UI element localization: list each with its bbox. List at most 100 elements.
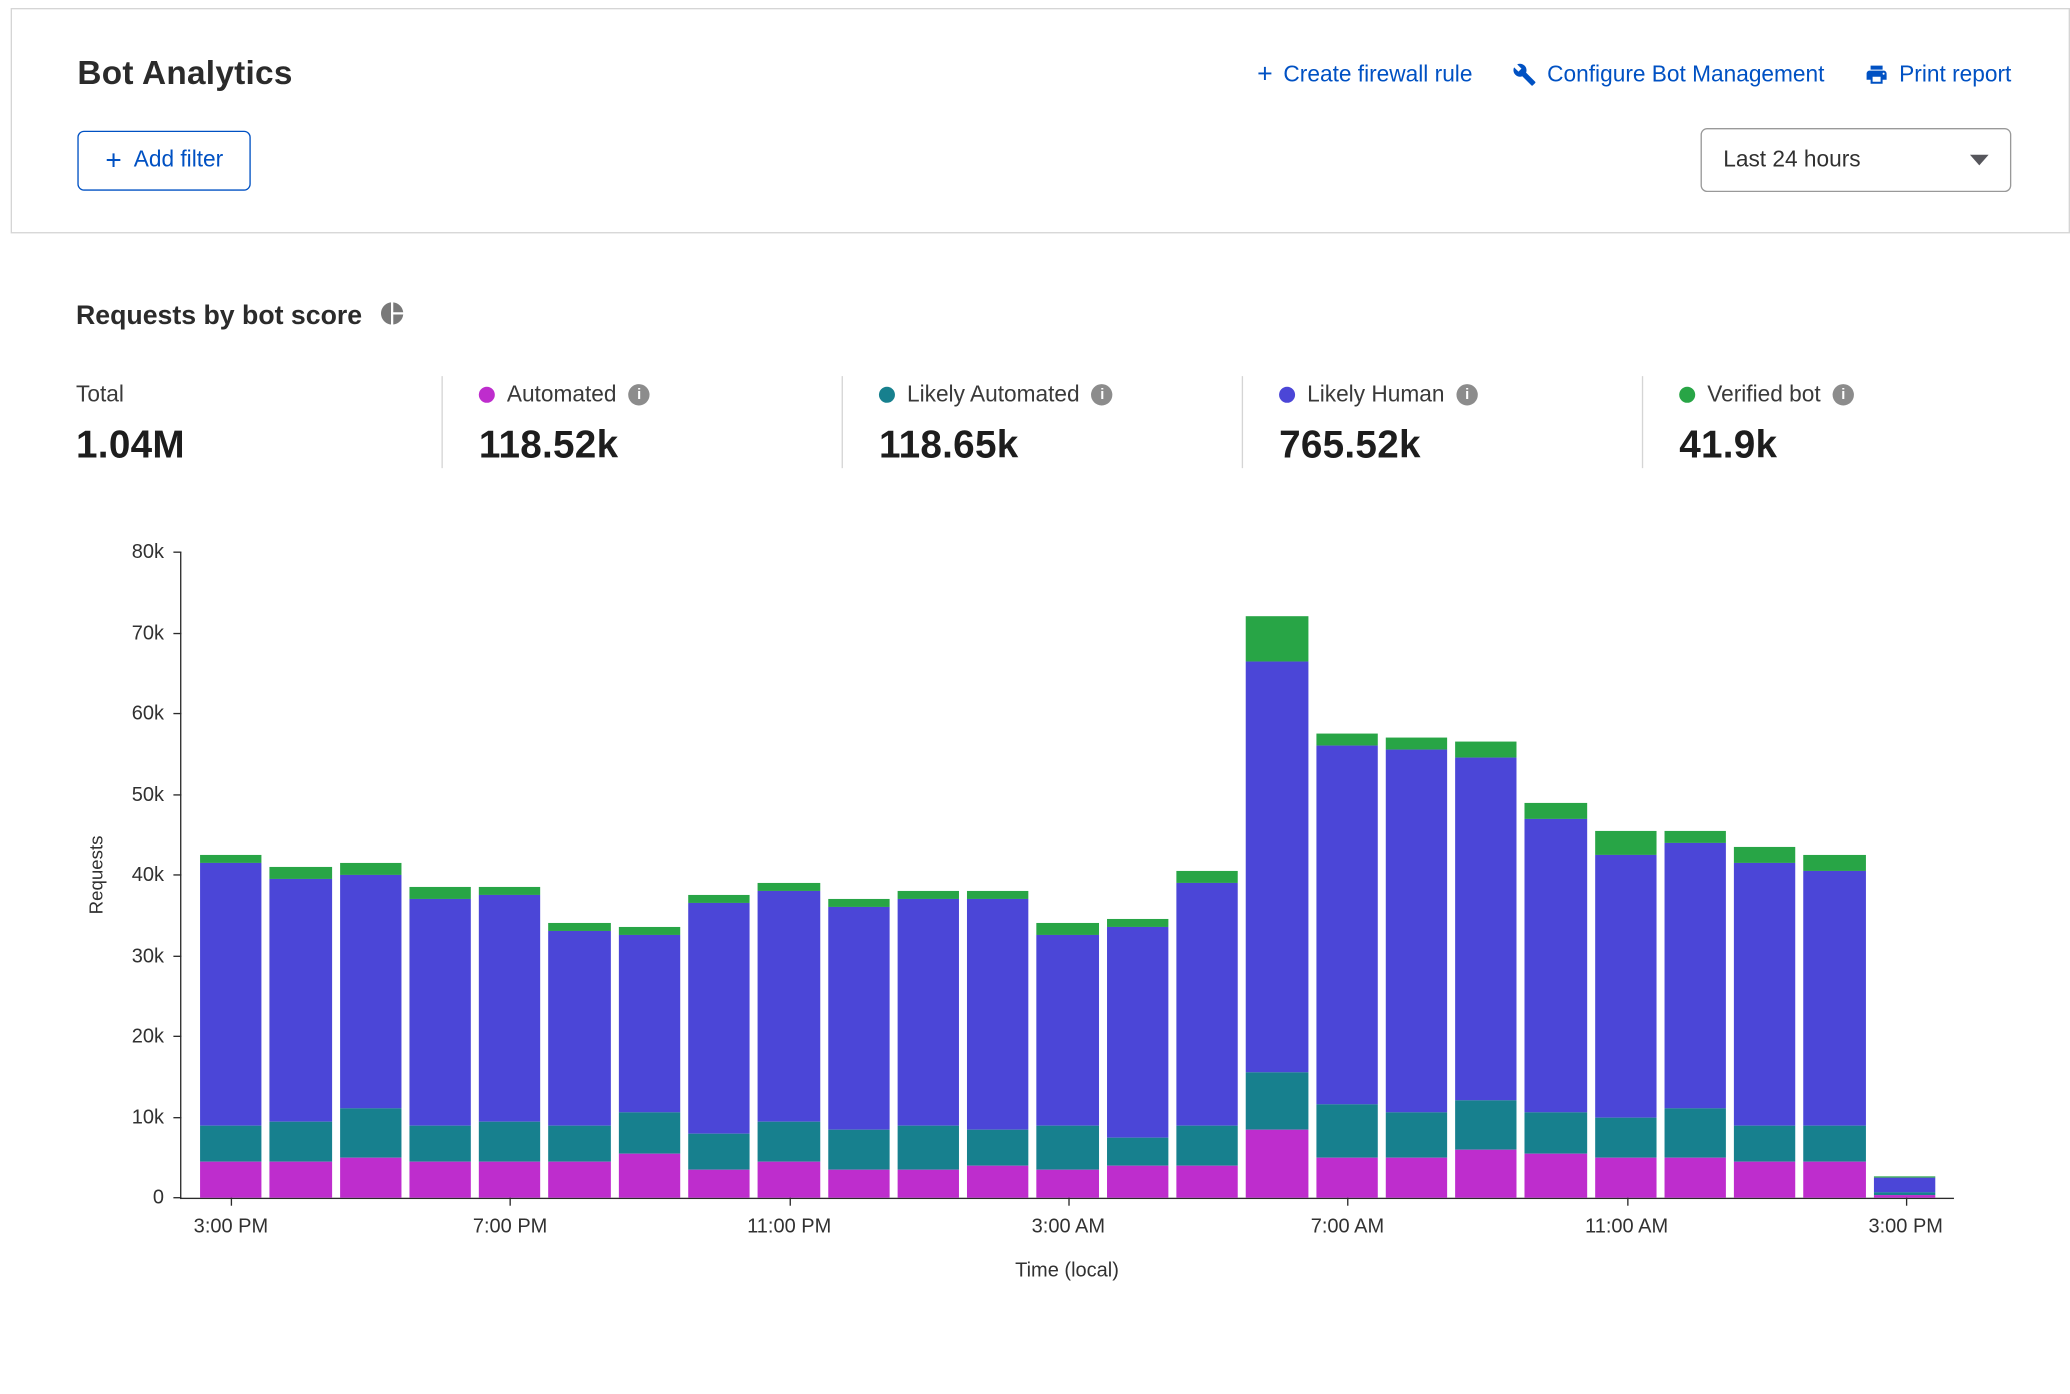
bar-segment[interactable] bbox=[270, 1121, 332, 1161]
bar-800am[interactable] bbox=[1385, 552, 1447, 1198]
bar-segment[interactable] bbox=[1385, 1113, 1447, 1157]
bar-segment[interactable] bbox=[897, 1169, 959, 1197]
bar-segment[interactable] bbox=[1107, 927, 1169, 1137]
bar-segment[interactable] bbox=[1804, 871, 1866, 1125]
bar-segment[interactable] bbox=[688, 903, 750, 1133]
bar-segment[interactable] bbox=[1385, 750, 1447, 1113]
bar-segment[interactable] bbox=[479, 895, 541, 1121]
bar-300am[interactable] bbox=[1037, 552, 1099, 1198]
bar-segment[interactable] bbox=[1664, 843, 1726, 1109]
bar-segment[interactable] bbox=[1455, 1149, 1517, 1197]
bar-segment[interactable] bbox=[1874, 1195, 1936, 1197]
bar-segment[interactable] bbox=[1107, 1137, 1169, 1165]
add-filter-button[interactable]: + Add filter bbox=[77, 130, 251, 190]
bar-segment[interactable] bbox=[1316, 1105, 1378, 1157]
bar-segment[interactable] bbox=[1804, 1161, 1866, 1197]
time-range-select[interactable]: Last 24 hours bbox=[1701, 128, 2012, 192]
bar-segment[interactable] bbox=[1246, 617, 1308, 661]
bar-700pm[interactable] bbox=[479, 552, 541, 1198]
bar-600am[interactable] bbox=[1246, 552, 1308, 1198]
bar-segment[interactable] bbox=[1176, 1165, 1238, 1197]
bar-1000pm[interactable] bbox=[688, 552, 750, 1198]
bar-segment[interactable] bbox=[409, 899, 471, 1125]
bar-segment[interactable] bbox=[1874, 1178, 1936, 1193]
bar-segment[interactable] bbox=[758, 1161, 820, 1197]
bar-segment[interactable] bbox=[1037, 923, 1099, 935]
bar-1000am[interactable] bbox=[1525, 552, 1587, 1198]
bar-segment[interactable] bbox=[340, 1109, 402, 1157]
bar-segment[interactable] bbox=[409, 887, 471, 899]
bar-segment[interactable] bbox=[1455, 1101, 1517, 1149]
bar-segment[interactable] bbox=[1595, 1157, 1657, 1197]
bar-segment[interactable] bbox=[1246, 1129, 1308, 1198]
bar-segment[interactable] bbox=[1734, 863, 1796, 1125]
bar-segment[interactable] bbox=[340, 875, 402, 1109]
bar-segment[interactable] bbox=[409, 1161, 471, 1197]
bar-segment[interactable] bbox=[828, 1129, 890, 1169]
bar-1100pm[interactable] bbox=[758, 552, 820, 1198]
bar-segment[interactable] bbox=[1525, 802, 1587, 818]
bar-segment[interactable] bbox=[549, 923, 611, 931]
bar-segment[interactable] bbox=[200, 855, 262, 863]
bar-segment[interactable] bbox=[1455, 758, 1517, 1101]
bar-segment[interactable] bbox=[270, 879, 332, 1121]
bar-segment[interactable] bbox=[1385, 738, 1447, 750]
bar-segment[interactable] bbox=[758, 883, 820, 891]
bar-200pm[interactable] bbox=[1804, 552, 1866, 1198]
bar-segment[interactable] bbox=[1734, 1125, 1796, 1161]
bar-segment[interactable] bbox=[1037, 1169, 1099, 1197]
bar-segment[interactable] bbox=[1664, 1157, 1726, 1197]
bar-segment[interactable] bbox=[479, 887, 541, 895]
bar-1200am[interactable] bbox=[828, 552, 890, 1198]
bar-segment[interactable] bbox=[1316, 746, 1378, 1105]
bar-segment[interactable] bbox=[758, 1121, 820, 1161]
configure-bot-management-link[interactable]: Configure Bot Management bbox=[1512, 61, 1824, 88]
bar-segment[interactable] bbox=[688, 1133, 750, 1169]
bar-segment[interactable] bbox=[479, 1161, 541, 1197]
bar-segment[interactable] bbox=[1595, 855, 1657, 1117]
bar-segment[interactable] bbox=[967, 1129, 1029, 1165]
bar-400am[interactable] bbox=[1107, 552, 1169, 1198]
bar-segment[interactable] bbox=[1804, 855, 1866, 871]
bar-segment[interactable] bbox=[1385, 1157, 1447, 1197]
bar-segment[interactable] bbox=[1525, 1153, 1587, 1197]
bar-segment[interactable] bbox=[1734, 1161, 1796, 1197]
bar-segment[interactable] bbox=[897, 891, 959, 899]
bar-segment[interactable] bbox=[200, 863, 262, 1125]
bar-segment[interactable] bbox=[1595, 831, 1657, 855]
bar-segment[interactable] bbox=[200, 1125, 262, 1161]
bar-segment[interactable] bbox=[1664, 1109, 1726, 1157]
info-icon[interactable] bbox=[629, 384, 650, 405]
bar-segment[interactable] bbox=[200, 1161, 262, 1197]
bar-200am[interactable] bbox=[967, 552, 1029, 1198]
bar-segment[interactable] bbox=[340, 1157, 402, 1197]
bar-segment[interactable] bbox=[618, 1113, 680, 1153]
bar-segment[interactable] bbox=[1246, 1073, 1308, 1129]
bar-segment[interactable] bbox=[479, 1121, 541, 1161]
bar-segment[interactable] bbox=[340, 863, 402, 875]
bar-segment[interactable] bbox=[758, 891, 820, 1121]
bar-300pm[interactable] bbox=[200, 552, 262, 1198]
bar-segment[interactable] bbox=[270, 867, 332, 879]
bar-segment[interactable] bbox=[1246, 661, 1308, 1073]
bar-segment[interactable] bbox=[828, 907, 890, 1129]
bar-segment[interactable] bbox=[270, 1161, 332, 1197]
bar-segment[interactable] bbox=[1037, 935, 1099, 1125]
bar-segment[interactable] bbox=[549, 1125, 611, 1161]
bar-900am[interactable] bbox=[1455, 552, 1517, 1198]
bar-segment[interactable] bbox=[688, 1169, 750, 1197]
bar-300pm[interactable] bbox=[1874, 552, 1936, 1198]
bar-segment[interactable] bbox=[1734, 847, 1796, 863]
bar-900pm[interactable] bbox=[618, 552, 680, 1198]
bar-500pm[interactable] bbox=[340, 552, 402, 1198]
bar-segment[interactable] bbox=[618, 1153, 680, 1197]
bar-segment[interactable] bbox=[1037, 1125, 1099, 1169]
bar-600pm[interactable] bbox=[409, 552, 471, 1198]
bar-segment[interactable] bbox=[1595, 1117, 1657, 1157]
bar-800pm[interactable] bbox=[549, 552, 611, 1198]
bar-segment[interactable] bbox=[897, 899, 959, 1125]
bar-segment[interactable] bbox=[618, 935, 680, 1113]
bar-segment[interactable] bbox=[688, 895, 750, 903]
bar-segment[interactable] bbox=[1316, 734, 1378, 746]
bar-segment[interactable] bbox=[1664, 831, 1726, 843]
